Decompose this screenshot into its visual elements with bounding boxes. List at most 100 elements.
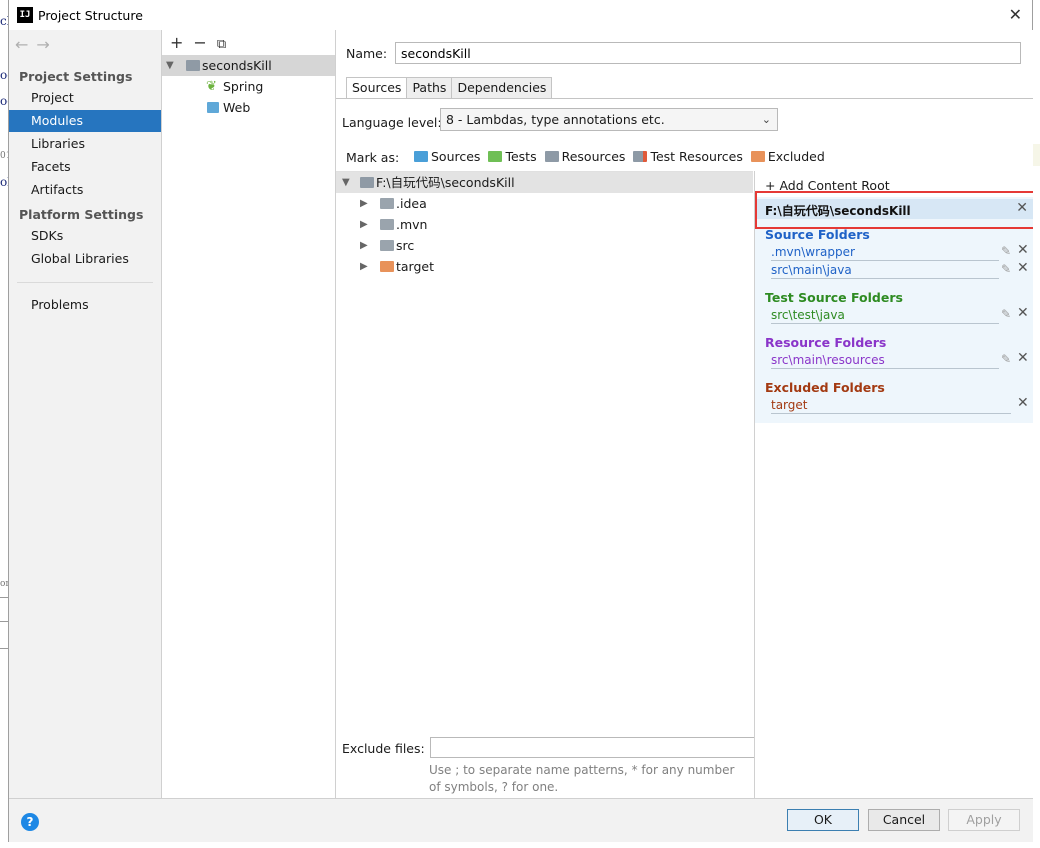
tree-root-path: F:\自玩代码\secondsKill <box>376 175 515 190</box>
platform-settings-heading: Platform Settings <box>19 207 144 222</box>
background-divider <box>0 621 8 622</box>
background-app-right <box>1033 0 1040 848</box>
dialog-footer: ? OK Cancel Apply <box>9 798 1034 842</box>
tree-item-src[interactable]: ▶ src <box>336 235 753 256</box>
chevron-down-icon[interactable]: ▼ <box>342 172 350 193</box>
chevron-right-icon[interactable]: ▶ <box>360 256 368 277</box>
chevron-down-icon[interactable]: ▼ <box>166 55 174 76</box>
folder-icon <box>380 198 394 209</box>
remove-folder-icon[interactable]: ✕ <box>1017 260 1029 276</box>
tree-root-row[interactable]: ▼ F:\自玩代码\secondsKill <box>336 172 753 193</box>
tree-item-target[interactable]: ▶ target <box>336 256 753 277</box>
nav-item-sdks[interactable]: SDKs <box>9 225 161 247</box>
module-tree-item-root[interactable]: ▼ secondsKill <box>162 55 335 76</box>
nav-arrows: ← → <box>15 35 58 54</box>
name-label: Name: <box>346 46 388 61</box>
title-bar: IJ Project Structure ✕ <box>9 0 1032 30</box>
module-settings-pane: Name: Sources Paths Dependencies Languag… <box>336 30 1038 798</box>
chevron-right-icon[interactable]: ▶ <box>360 235 368 256</box>
mark-as-excluded[interactable]: Excluded <box>750 149 825 164</box>
module-tree-item-web[interactable]: Web <box>162 97 335 118</box>
tab-paths[interactable]: Paths <box>406 77 453 99</box>
nav-item-modules[interactable]: Modules <box>9 110 161 132</box>
edit-pencil-icon[interactable]: ✎ <box>1001 307 1011 321</box>
project-structure-dialog: IJ Project Structure ✕ ← → Project Settin… <box>8 0 1038 842</box>
edit-pencil-icon[interactable]: ✎ <box>1001 262 1011 276</box>
background-divider <box>0 648 8 649</box>
remove-module-icon[interactable]: − <box>193 33 206 52</box>
folder-icon <box>360 177 374 188</box>
tab-divider <box>336 98 1033 99</box>
folder-label: .mvn <box>396 217 428 232</box>
module-folder-icon <box>186 60 200 71</box>
module-list-panel: + − ⧉ ▼ secondsKill ❦ Spring Web <box>162 30 336 798</box>
excluded-folder-icon <box>380 261 394 272</box>
nav-item-facets[interactable]: Facets <box>9 156 161 178</box>
copy-module-icon[interactable]: ⧉ <box>217 37 226 52</box>
folder-label: target <box>396 259 435 274</box>
remove-folder-icon[interactable]: ✕ <box>1017 350 1029 366</box>
background-highlight <box>1033 144 1040 166</box>
ok-button[interactable]: OK <box>787 809 859 831</box>
back-arrow-icon[interactable]: ← <box>15 35 28 54</box>
forward-arrow-icon[interactable]: → <box>36 35 49 54</box>
web-facet-icon <box>207 102 219 113</box>
chevron-right-icon[interactable]: ▶ <box>360 193 368 214</box>
folder-label: .idea <box>396 196 427 211</box>
excluded-folder-icon <box>750 151 765 162</box>
edit-pencil-icon[interactable]: ✎ <box>1001 244 1011 258</box>
mark-as-test-resources[interactable]: Test Resources <box>633 149 743 164</box>
remove-folder-icon[interactable]: ✕ <box>1017 305 1029 321</box>
nav-item-artifacts[interactable]: Artifacts <box>9 179 161 201</box>
language-level-value: 8 - Lambdas, type annotations etc. <box>446 112 665 127</box>
tab-sources[interactable]: Sources <box>346 77 408 99</box>
background-app: ck oo oo 01 ol or <box>0 0 14 848</box>
cancel-button[interactable]: Cancel <box>868 809 940 831</box>
nav-item-libraries[interactable]: Libraries <box>9 133 161 155</box>
nav-item-global-libraries[interactable]: Global Libraries <box>9 248 161 270</box>
excluded-folders-heading: Excluded Folders <box>765 380 885 395</box>
highlight-box <box>755 191 1038 229</box>
resource-folder-path[interactable]: src\main\resources <box>771 353 999 369</box>
module-name-field[interactable] <box>395 42 1021 64</box>
exclude-files-field[interactable] <box>430 737 756 758</box>
resources-folder-icon <box>544 151 559 162</box>
tab-dependencies[interactable]: Dependencies <box>451 77 553 99</box>
mark-as-resources[interactable]: Resources <box>544 149 625 164</box>
test-folder-path[interactable]: src\test\java <box>771 308 999 324</box>
add-module-icon[interactable]: + <box>170 33 183 52</box>
apply-button[interactable]: Apply <box>948 809 1020 831</box>
excluded-folder-path[interactable]: target <box>771 398 1011 414</box>
chevron-right-icon[interactable]: ▶ <box>360 214 368 235</box>
help-icon[interactable]: ? <box>21 813 39 831</box>
facet-label: Web <box>223 100 251 115</box>
source-folder-path[interactable]: .mvn\wrapper <box>771 245 999 261</box>
mark-as-sources[interactable]: Sources <box>414 149 480 164</box>
remove-folder-icon[interactable]: ✕ <box>1017 242 1029 258</box>
chevron-down-icon: ⌄ <box>761 113 771 126</box>
intellij-app-icon: IJ <box>17 7 33 23</box>
facet-label: Spring <box>223 79 264 94</box>
module-tree-item-spring[interactable]: ❦ Spring <box>162 76 335 97</box>
tree-item-mvn[interactable]: ▶ .mvn <box>336 214 753 235</box>
nav-item-problems[interactable]: Problems <box>9 294 161 316</box>
exclude-files-hint: Use ; to separate name patterns, * for a… <box>429 763 735 794</box>
folder-label: src <box>396 238 415 253</box>
resource-folders-heading: Resource Folders <box>765 335 887 350</box>
project-settings-heading: Project Settings <box>19 69 133 84</box>
language-level-dropdown[interactable]: 8 - Lambdas, type annotations etc. ⌄ <box>440 108 778 131</box>
nav-item-project[interactable]: Project <box>9 87 161 109</box>
tree-item-idea[interactable]: ▶ .idea <box>336 193 753 214</box>
nav-divider <box>17 282 153 283</box>
sources-folder-icon <box>414 151 428 162</box>
source-folder-path[interactable]: src\main\java <box>771 263 999 279</box>
source-folders-heading: Source Folders <box>765 227 870 242</box>
edit-pencil-icon[interactable]: ✎ <box>1001 352 1011 366</box>
folder-icon <box>380 240 394 251</box>
remove-folder-icon[interactable]: ✕ <box>1017 395 1029 411</box>
close-window-button[interactable]: ✕ <box>1009 5 1022 24</box>
module-tabs: Sources Paths Dependencies <box>346 77 553 99</box>
tests-folder-icon <box>488 151 503 162</box>
mark-as-tests[interactable]: Tests <box>488 149 537 164</box>
test-resources-folder-icon <box>633 151 648 162</box>
